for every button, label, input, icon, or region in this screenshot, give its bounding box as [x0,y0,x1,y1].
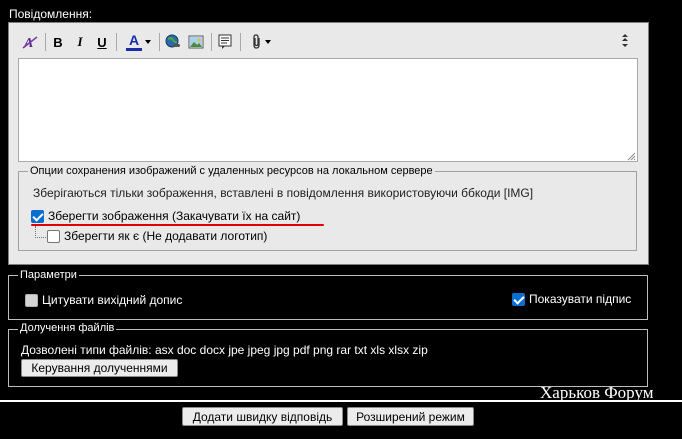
image-options-legend: Опции сохранения изображений с удаленных… [28,165,435,177]
insert-image-icon[interactable] [186,31,206,53]
save-images-checkbox[interactable] [31,209,44,223]
quote-icon[interactable] [215,31,235,53]
attachments-legend: Долучення файлів [18,322,117,334]
paperclip-icon [253,34,260,49]
quote-original-label[interactable]: Цитувати вихідний допис [42,293,182,307]
save-as-is-option[interactable]: Зберегти як є (Не додавати логотип) [47,228,267,244]
manage-attachments-button[interactable]: Керування долученнями [21,359,178,377]
save-as-is-checkbox[interactable] [47,229,60,243]
image-options-info: Зберігаються тільки зображення, вставлен… [33,186,534,200]
parameters-legend: Параметри [18,269,79,281]
font-color-bar [126,48,142,51]
message-label: Повідомлення: [9,7,93,21]
attachment-button[interactable] [246,31,276,53]
show-signature-checkbox[interactable] [512,292,525,306]
chevron-down-icon [145,40,151,44]
bold-button[interactable]: B [48,31,68,53]
attachments-fieldset [8,329,648,387]
message-textarea[interactable] [18,58,638,162]
link-globe-icon[interactable] [163,31,183,53]
font-color-button[interactable]: A [120,31,156,53]
show-signature-label[interactable]: Показувати підпис [529,292,631,306]
quote-original-option[interactable]: Цитувати вихідний допис [25,292,182,308]
show-signature-option[interactable]: Показувати підпис [512,291,631,307]
save-as-is-label[interactable]: Зберегти як є (Не додавати логотип) [64,229,267,243]
remove-format-icon[interactable]: A [20,31,40,53]
quick-reply-button[interactable]: Додати швидку відповідь [182,407,343,426]
chevron-down-icon [265,40,271,44]
quote-original-checkbox[interactable] [25,293,38,307]
advanced-mode-button[interactable]: Розширений режим [347,407,474,426]
divider [0,400,682,402]
editor-toolbar: A B I U A [18,31,637,53]
highlight-underline [31,224,324,226]
allowed-file-types: Дозволені типи файлів: asx doc docx jpe … [21,343,428,357]
resize-editor-icon[interactable] [616,31,634,53]
font-color-letter: A [128,32,140,48]
underline-button[interactable]: U [92,31,112,53]
save-images-label[interactable]: Зберегти зображення (Закачувати їх на са… [48,209,300,223]
resize-grip-icon[interactable] [626,150,636,161]
save-images-option[interactable]: Зберегти зображення (Закачувати їх на са… [31,208,300,224]
italic-button[interactable]: I [70,31,90,53]
